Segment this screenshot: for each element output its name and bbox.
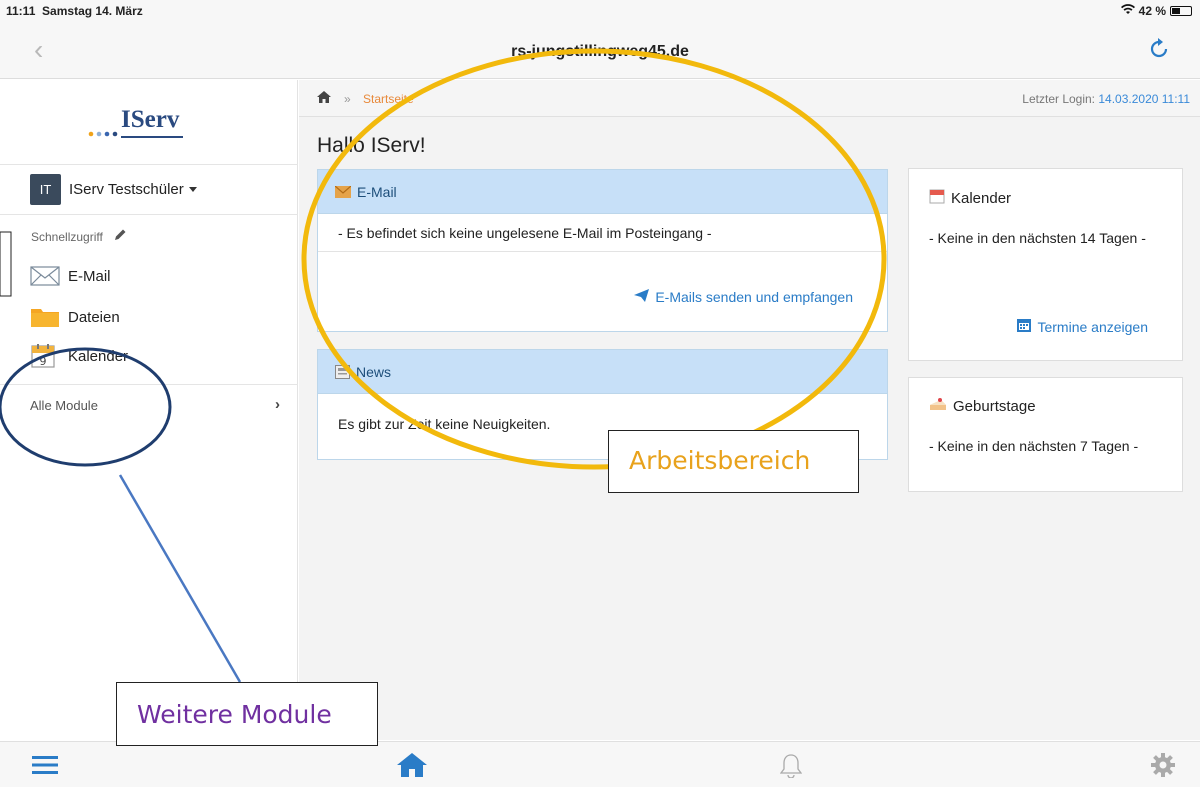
sidebar-item-files[interactable]: Dateien [30, 305, 120, 329]
news-panel-header: News [318, 350, 887, 394]
envelope-icon [30, 264, 60, 288]
email-status-message: - Es befindet sich keine ungelesene E-Ma… [318, 214, 887, 252]
bell-icon[interactable] [779, 753, 803, 783]
browser-toolbar: ‹ rs-jungstillingweg45.de [0, 22, 1200, 79]
breadcrumb-current[interactable]: Startseite [363, 92, 414, 106]
url-display[interactable]: rs-jungstillingweg45.de [0, 43, 1200, 61]
battery-icon [1170, 6, 1192, 16]
status-time: 11:11 Samstag 14. März [6, 4, 143, 18]
chevron-right-icon: › [275, 396, 280, 413]
calendar-icon: 9 [30, 344, 60, 368]
page-title: Hallo IServ! [317, 134, 426, 157]
newspaper-icon [335, 364, 350, 379]
calendar-card-title: Kalender [929, 188, 1011, 208]
user-menu[interactable]: IT IServ Testschüler [30, 174, 197, 205]
breadcrumb: » Startseite Letzter Login: 14.03.2020 1… [299, 80, 1200, 117]
divider [0, 384, 298, 385]
gear-icon[interactable] [1150, 752, 1176, 783]
calendar-icon [929, 188, 945, 208]
cake-icon [929, 397, 947, 416]
main-content: » Startseite Letzter Login: 14.03.2020 1… [299, 80, 1200, 740]
birthday-card-text: - Keine in den nächsten 7 Tagen - [929, 438, 1139, 454]
status-bar: 11:11 Samstag 14. März 42 % [0, 0, 1200, 22]
battery-percent: 42 % [1138, 4, 1166, 18]
caret-down-icon [188, 187, 197, 192]
logo-text: IServ [121, 106, 180, 133]
calendar-small-icon [1017, 318, 1032, 335]
email-panel-header: E-Mail [318, 170, 887, 214]
work-area-annotation: Arbeitsbereich [608, 430, 859, 493]
home-icon[interactable] [317, 91, 331, 106]
envelope-icon [335, 185, 351, 198]
calendar-card: Kalender - Keine in den nächsten 14 Tage… [908, 168, 1183, 361]
wifi-icon [1120, 4, 1135, 18]
all-modules-link[interactable]: Alle Module › [30, 396, 280, 413]
news-message: Es gibt zur Zeit keine Neuigkeiten. [338, 416, 551, 432]
sidebar: IServ IT IServ Testschüler Schnellzugrif… [0, 80, 298, 740]
menu-icon[interactable] [32, 755, 58, 780]
show-appointments-link[interactable]: Termine anzeigen [1017, 318, 1148, 335]
bottom-toolbar [0, 741, 1200, 787]
birthday-card: Geburtstage - Keine in den nächsten 7 Ta… [908, 377, 1183, 492]
avatar: IT [30, 174, 61, 205]
user-name: IServ Testschüler [69, 181, 184, 198]
pencil-icon[interactable] [113, 228, 127, 245]
svg-text:9: 9 [40, 355, 47, 368]
iserv-logo[interactable]: IServ [88, 106, 198, 140]
divider [0, 214, 298, 215]
last-login: Letzter Login: 14.03.2020 11:11 [1022, 92, 1190, 106]
folder-icon [30, 305, 60, 329]
sidebar-item-email[interactable]: E-Mail [30, 264, 111, 288]
birthday-card-title: Geburtstage [929, 397, 1036, 416]
status-indicators: 42 % [1120, 4, 1192, 18]
sidebar-item-calendar[interactable]: 9 Kalender [30, 344, 128, 368]
divider [0, 164, 298, 165]
quick-access-header: Schnellzugriff [31, 228, 127, 245]
reload-icon[interactable] [1148, 37, 1170, 66]
paper-plane-icon [634, 289, 650, 305]
more-modules-annotation: Weitere Module [116, 682, 378, 746]
calendar-card-text: - Keine in den nächsten 14 Tagen - [929, 230, 1146, 246]
email-panel: E-Mail - Es befindet sich keine ungelese… [317, 169, 888, 332]
send-receive-email-link[interactable]: E-Mails senden und empfangen [634, 289, 853, 305]
home-icon[interactable] [397, 753, 427, 782]
